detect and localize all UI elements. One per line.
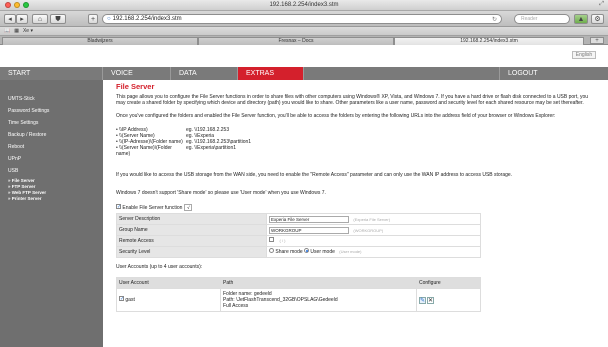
sidebar-item-web-ftp-server[interactable]: » Web FTP Server bbox=[8, 190, 46, 195]
window-title: 192.168.2.254/index3.stm bbox=[269, 2, 339, 8]
configure-cell: ✎ ✕ bbox=[416, 288, 481, 312]
nav-spacer bbox=[304, 67, 500, 80]
remote-access-checkbox[interactable] bbox=[269, 237, 274, 243]
table-row: Remote Access ( / ) bbox=[116, 235, 481, 247]
extension-icon[interactable]: ▲ bbox=[574, 14, 588, 24]
url-item: • \\(Server Name)\(Folder name) bbox=[116, 145, 172, 157]
book-icon[interactable]: 📖 bbox=[4, 28, 10, 34]
user-account-checkbox[interactable]: ✓ bbox=[119, 296, 124, 302]
url-example: eg. \\Experia\partition1 bbox=[186, 145, 237, 151]
enable-file-server-label: Enable File Server function bbox=[122, 205, 183, 211]
bookmark-item[interactable]: Xe ▾ bbox=[23, 28, 33, 34]
bookmarks-bar: 📖 ▦ Xe ▾ bbox=[0, 27, 608, 36]
table-header-row: User Account Path Configure bbox=[116, 277, 481, 289]
urls-intro-text: Once you've configured the folders and e… bbox=[116, 113, 556, 119]
col-user-account: User Account bbox=[116, 277, 221, 289]
shield-button[interactable]: ⛊ bbox=[50, 14, 66, 24]
tab-bar: Bladwijzers Fresnax – Docs 192.168.2.254… bbox=[0, 36, 608, 45]
address-text: 192.168.2.254/index3.stm bbox=[112, 16, 182, 22]
enable-row: ✓ Enable File Server function √ bbox=[116, 204, 596, 211]
share-mode-label: Share mode bbox=[275, 249, 303, 255]
col-configure: Configure bbox=[416, 277, 481, 289]
sidebar-item-ftp-server[interactable]: » FTP Server bbox=[8, 184, 35, 189]
edit-icon[interactable]: ✎ bbox=[419, 296, 426, 304]
delete-icon[interactable]: ✕ bbox=[427, 296, 434, 304]
path-line: Full Access bbox=[223, 303, 249, 309]
site-icon: ○ bbox=[107, 16, 111, 22]
add-bookmark-button[interactable]: + bbox=[88, 14, 98, 24]
nav-extras[interactable]: EXTRAS bbox=[238, 67, 304, 80]
server-description-label: Server Description bbox=[116, 213, 267, 225]
sidebar: UMTS-Stick Password Settings Time Settin… bbox=[0, 80, 103, 347]
user-account-cell: ✓ gast bbox=[116, 288, 221, 312]
sidebar-item-usb[interactable]: USB bbox=[8, 168, 18, 174]
table-row: Server Description Experia File Server (… bbox=[116, 213, 481, 225]
page-title: File Server bbox=[116, 82, 155, 91]
user-mode-radio[interactable] bbox=[304, 248, 310, 254]
sidebar-item-reboot[interactable]: Reboot bbox=[8, 144, 24, 150]
reload-icon[interactable]: ↻ bbox=[492, 16, 497, 23]
remote-access-cell: ( / ) bbox=[266, 235, 481, 247]
reader-button[interactable]: Reader bbox=[514, 14, 570, 24]
server-description-hint: (Experia File Server) bbox=[353, 216, 391, 222]
gear-icon[interactable]: ⚙ bbox=[591, 14, 604, 24]
tab-docs[interactable]: Fresnax – Docs bbox=[198, 37, 394, 45]
share-mode-radio[interactable] bbox=[269, 248, 274, 254]
home-button[interactable]: ⌂ bbox=[32, 14, 48, 24]
toolbar: ◂ ▸ ⌂ ⛊ + ○ 192.168.2.254/index3.stm ↻ R… bbox=[0, 11, 608, 27]
back-button[interactable]: ◂ bbox=[4, 14, 16, 24]
group-name-cell: WORKGROUP (WORKGROUP) bbox=[266, 224, 481, 236]
web-page: English START VOICE DATA EXTRAS LOGOUT U… bbox=[0, 45, 608, 347]
nav-data[interactable]: DATA bbox=[171, 67, 238, 80]
forward-button[interactable]: ▸ bbox=[16, 14, 28, 24]
security-level-label: Security Level bbox=[116, 246, 267, 258]
nav-start[interactable]: START bbox=[0, 67, 103, 80]
tab-bladwijzers[interactable]: Bladwijzers bbox=[2, 37, 198, 45]
group-name-hint: (WORKGROUP) bbox=[353, 227, 384, 233]
browser-window: 192.168.2.254/index3.stm ⤢ ◂ ▸ ⌂ ⛊ + ○ 1… bbox=[0, 0, 608, 347]
table-row: Group Name WORKGROUP (WORKGROUP) bbox=[116, 224, 481, 236]
nav-logout[interactable]: LOGOUT bbox=[500, 67, 608, 80]
sidebar-item-password[interactable]: Password Settings bbox=[8, 108, 49, 114]
col-path: Path bbox=[220, 277, 417, 289]
user-mode-label: User mode bbox=[310, 249, 335, 255]
table-row: ✓ gast Folder name: gedeeld Path: \JetFl… bbox=[116, 288, 481, 312]
windows7-text: Windows 7 doesn't support 'Share mode' s… bbox=[116, 190, 326, 196]
group-name-label: Group Name bbox=[116, 224, 267, 236]
sidebar-item-file-server[interactable]: » File Server bbox=[8, 178, 35, 183]
enable-badge: √ bbox=[183, 204, 192, 211]
sidebar-item-time[interactable]: Time Settings bbox=[8, 120, 38, 126]
remote-access-label: Remote Access bbox=[116, 235, 267, 247]
security-level-cell: Share mode User mode (User mode) bbox=[266, 246, 481, 258]
sidebar-item-upnp[interactable]: UPnP bbox=[8, 156, 21, 162]
user-accounts-table: User Account Path Configure ✓ gast Folde… bbox=[116, 277, 481, 312]
sidebar-item-printer-server[interactable]: » Printer Server bbox=[8, 196, 42, 201]
sidebar-item-backup[interactable]: Backup / Restore bbox=[8, 132, 46, 138]
new-tab-button[interactable]: + bbox=[590, 37, 604, 44]
wan-access-text: If you would like to access the USB stor… bbox=[116, 172, 513, 178]
nav-voice[interactable]: VOICE bbox=[103, 67, 171, 80]
table-row: Security Level Share mode User mode (Use… bbox=[116, 246, 481, 258]
tab-router[interactable]: 192.168.2.254/index3.stm bbox=[394, 37, 584, 45]
address-bar[interactable]: ○ 192.168.2.254/index3.stm ↻ bbox=[102, 14, 502, 24]
group-name-input[interactable]: WORKGROUP bbox=[269, 226, 349, 234]
server-description-input[interactable]: Experia File Server bbox=[269, 215, 349, 223]
fullscreen-icon[interactable]: ⤢ bbox=[599, 1, 604, 8]
server-description-cell: Experia File Server (Experia File Server… bbox=[266, 213, 481, 225]
main-content: File Server This page allows you to conf… bbox=[116, 80, 608, 347]
settings-table: Server Description Experia File Server (… bbox=[116, 213, 481, 258]
sidebar-item-umts[interactable]: UMTS-Stick bbox=[8, 96, 35, 102]
title-bar: 192.168.2.254/index3.stm ⤢ bbox=[0, 0, 608, 11]
grid-icon[interactable]: ▦ bbox=[14, 28, 19, 34]
main-nav: START VOICE DATA EXTRAS LOGOUT bbox=[0, 67, 608, 80]
intro-text: This page allows you to configure the Fi… bbox=[116, 94, 589, 106]
user-account-name: gast bbox=[125, 297, 135, 303]
enable-file-server-checkbox[interactable]: ✓ bbox=[116, 204, 121, 210]
language-button[interactable]: English bbox=[572, 51, 596, 59]
security-level-hint: (User mode) bbox=[339, 249, 362, 254]
remote-access-hint: ( / ) bbox=[278, 238, 286, 243]
path-cell: Folder name: gedeeld Path: \JetFlashTran… bbox=[220, 288, 417, 312]
user-accounts-title: User Accounts (up to 4 user accounts): bbox=[116, 264, 203, 270]
